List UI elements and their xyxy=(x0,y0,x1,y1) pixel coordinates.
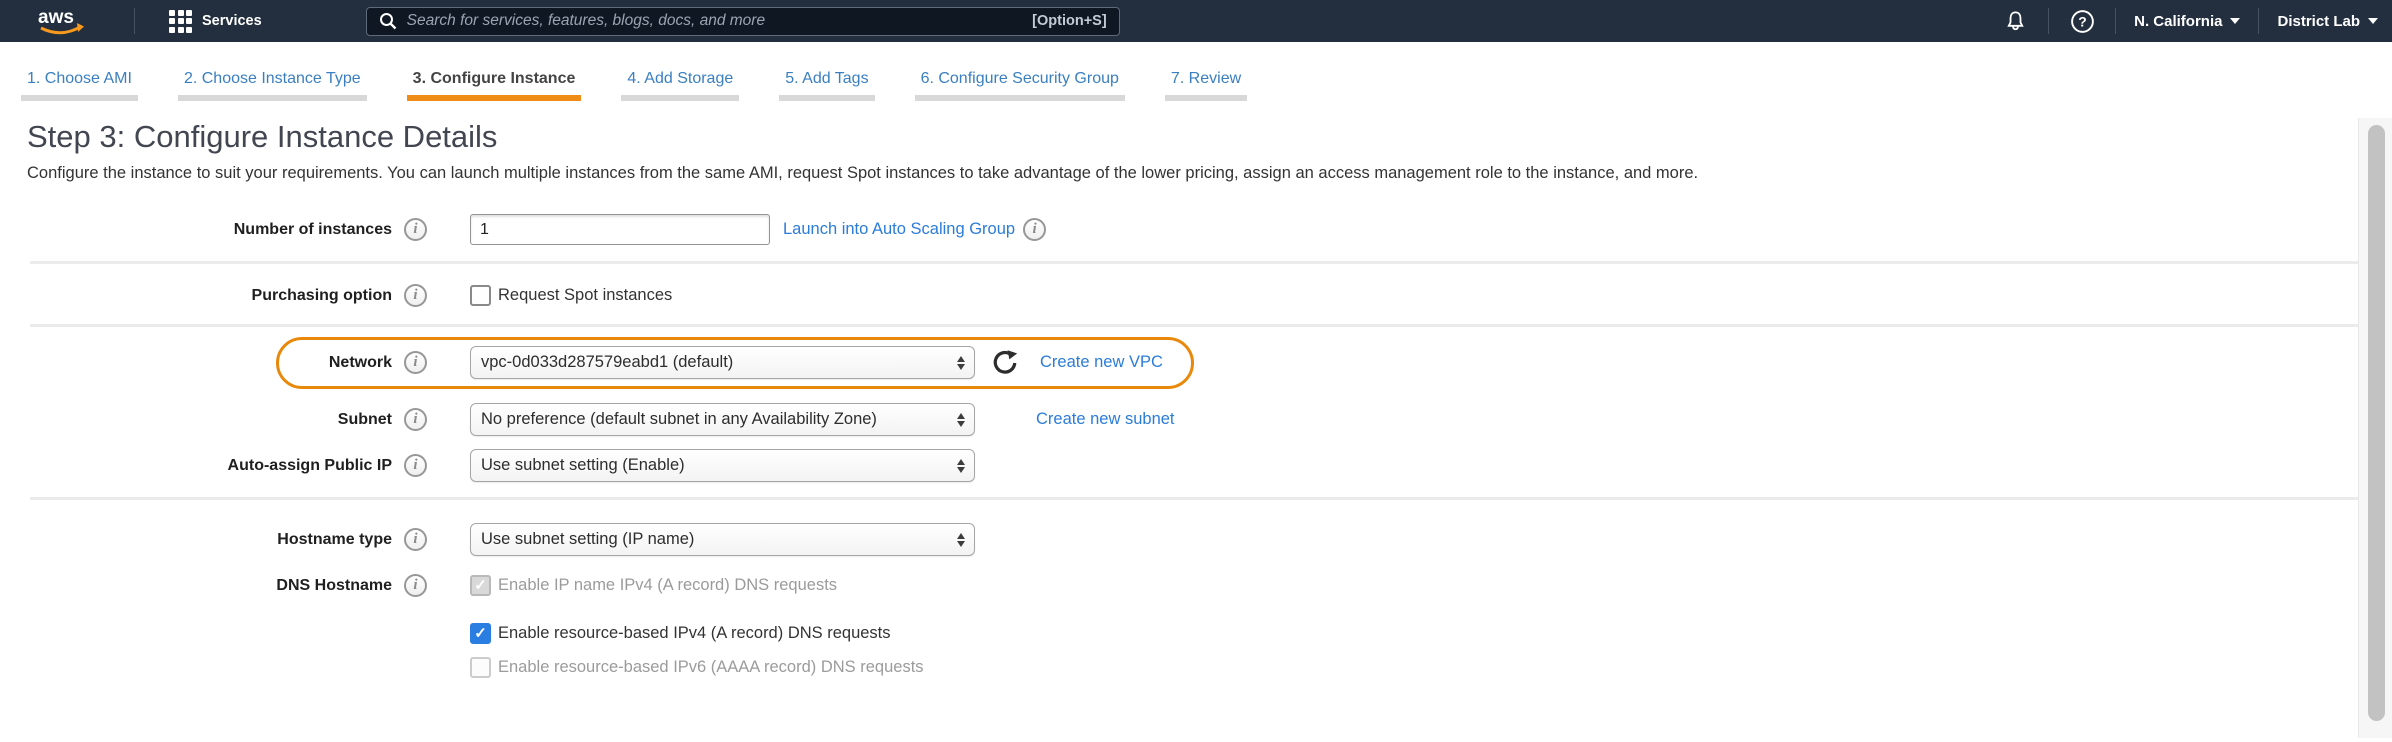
content-divider xyxy=(30,324,2358,327)
info-icon[interactable]: i xyxy=(404,218,427,241)
row-purchasing-option: Purchasing option i Request Spot instanc… xyxy=(0,284,2392,307)
hostname-type-value: Use subnet setting (IP name) xyxy=(481,530,948,549)
select-arrows-icon xyxy=(957,533,965,547)
services-grid-icon xyxy=(169,10,192,33)
enable-ip-name-ipv4-dns-checkbox: ✓ xyxy=(470,575,491,596)
vertical-scrollbar[interactable] xyxy=(2358,118,2392,738)
info-icon[interactable]: i xyxy=(1023,218,1046,241)
request-spot-instances-label: Request Spot instances xyxy=(498,286,672,305)
search-input[interactable] xyxy=(407,12,1032,30)
chevron-down-icon xyxy=(2230,18,2240,24)
topbar-divider xyxy=(2048,8,2049,34)
create-new-subnet-link[interactable]: Create new subnet xyxy=(1036,410,1175,429)
aws-logo-text: aws xyxy=(38,7,74,28)
network-select[interactable]: vpc-0d033d287579eabd1 (default) xyxy=(470,346,975,379)
tab-configure-security-group[interactable]: 6. Configure Security Group xyxy=(915,70,1125,101)
topbar-divider xyxy=(134,8,135,34)
tab-configure-instance[interactable]: 3. Configure Instance xyxy=(407,70,582,101)
chevron-down-icon xyxy=(2368,18,2378,24)
top-nav-bar: aws Services [Option+S] ? xyxy=(0,0,2392,42)
content-divider xyxy=(30,497,2358,500)
services-menu-button[interactable]: Services xyxy=(169,10,262,33)
search-shortcut-hint: [Option+S] xyxy=(1032,13,1107,29)
row-number-of-instances: Number of instances i Launch into Auto S… xyxy=(0,214,2392,245)
auto-assign-public-ip-label: Auto-assign Public IP xyxy=(0,457,392,475)
global-search-box[interactable]: [Option+S] xyxy=(366,7,1120,36)
services-label: Services xyxy=(202,13,262,29)
enable-resource-based-ipv6-dns-label: Enable resource-based IPv6 (AAAA record)… xyxy=(498,658,924,677)
dns-option-resource-ipv4: ✓ Enable resource-based IPv4 (A record) … xyxy=(470,623,2392,644)
row-dns-hostname: DNS Hostname i ✓ Enable IP name IPv4 (A … xyxy=(0,574,2392,597)
configure-instance-form: Number of instances i Launch into Auto S… xyxy=(0,214,2392,678)
row-network: Network i vpc-0d033d287579eabd1 (default… xyxy=(0,346,2392,379)
network-select-value: vpc-0d033d287579eabd1 (default) xyxy=(481,353,948,372)
topbar-divider xyxy=(2258,8,2259,34)
question-mark-icon: ? xyxy=(2070,9,2095,34)
svg-text:?: ? xyxy=(2078,13,2087,29)
content-divider xyxy=(30,261,2358,264)
auto-assign-public-ip-value: Use subnet setting (Enable) xyxy=(481,456,948,475)
page-title: Step 3: Configure Instance Details xyxy=(27,119,2392,155)
auto-assign-public-ip-select[interactable]: Use subnet setting (Enable) xyxy=(470,449,975,482)
region-selector[interactable]: N. California xyxy=(2134,13,2240,30)
refresh-vpc-list-button[interactable] xyxy=(992,350,1018,376)
tab-review[interactable]: 7. Review xyxy=(1165,70,1247,101)
enable-resource-based-ipv6-dns-checkbox xyxy=(470,657,491,678)
row-subnet: Subnet i No preference (default subnet i… xyxy=(0,403,2392,436)
subnet-label: Subnet xyxy=(0,411,392,429)
create-new-vpc-link[interactable]: Create new VPC xyxy=(1040,353,1163,372)
network-label: Network xyxy=(0,354,392,372)
aws-logo-icon[interactable]: aws xyxy=(34,4,90,38)
tab-choose-ami[interactable]: 1. Choose AMI xyxy=(21,70,138,101)
select-arrows-icon xyxy=(957,356,965,370)
account-menu[interactable]: District Lab xyxy=(2277,13,2378,30)
enable-ip-name-ipv4-dns-label: Enable IP name IPv4 (A record) DNS reque… xyxy=(498,576,837,595)
refresh-icon xyxy=(992,350,1018,376)
tab-add-tags[interactable]: 5. Add Tags xyxy=(779,70,874,101)
purchasing-option-label: Purchasing option xyxy=(0,287,392,305)
number-of-instances-label: Number of instances xyxy=(0,221,392,239)
tab-choose-instance-type[interactable]: 2. Choose Instance Type xyxy=(178,70,367,101)
notifications-button[interactable] xyxy=(2000,9,2030,34)
subnet-select-value: No preference (default subnet in any Ava… xyxy=(481,410,948,429)
tab-add-storage[interactable]: 4. Add Storage xyxy=(621,70,739,101)
page-description: Configure the instance to suit your requ… xyxy=(27,164,2352,183)
subnet-select[interactable]: No preference (default subnet in any Ava… xyxy=(470,403,975,436)
account-label: District Lab xyxy=(2277,13,2360,30)
info-icon[interactable]: i xyxy=(404,574,427,597)
info-icon[interactable]: i xyxy=(404,454,427,477)
enable-resource-based-ipv4-dns-checkbox[interactable]: ✓ xyxy=(470,623,491,644)
select-arrows-icon xyxy=(957,459,965,473)
info-icon[interactable]: i xyxy=(404,284,427,307)
number-of-instances-input[interactable] xyxy=(470,214,770,245)
info-icon[interactable]: i xyxy=(404,528,427,551)
search-icon xyxy=(379,12,397,30)
row-hostname-type: Hostname type i Use subnet setting (IP n… xyxy=(0,523,2392,556)
info-icon[interactable]: i xyxy=(404,351,427,374)
dns-option-resource-ipv6: Enable resource-based IPv6 (AAAA record)… xyxy=(470,657,2392,678)
request-spot-instances-checkbox[interactable] xyxy=(470,285,491,306)
hostname-type-label: Hostname type xyxy=(0,531,392,549)
row-auto-assign-public-ip: Auto-assign Public IP i Use subnet setti… xyxy=(0,449,2392,482)
info-icon[interactable]: i xyxy=(404,408,427,431)
region-label: N. California xyxy=(2134,13,2222,30)
scrollbar-thumb[interactable] xyxy=(2368,125,2385,721)
help-button[interactable]: ? xyxy=(2067,9,2097,34)
wizard-step-tabs: 1. Choose AMI 2. Choose Instance Type 3.… xyxy=(0,42,2392,101)
dns-hostname-label: DNS Hostname xyxy=(0,577,392,595)
launch-into-auto-scaling-group-link[interactable]: Launch into Auto Scaling Group xyxy=(783,220,1015,239)
hostname-type-select[interactable]: Use subnet setting (IP name) xyxy=(470,523,975,556)
bell-icon xyxy=(2004,9,2027,34)
enable-resource-based-ipv4-dns-label: Enable resource-based IPv4 (A record) DN… xyxy=(498,624,891,643)
topbar-divider xyxy=(2115,8,2116,34)
select-arrows-icon xyxy=(957,413,965,427)
